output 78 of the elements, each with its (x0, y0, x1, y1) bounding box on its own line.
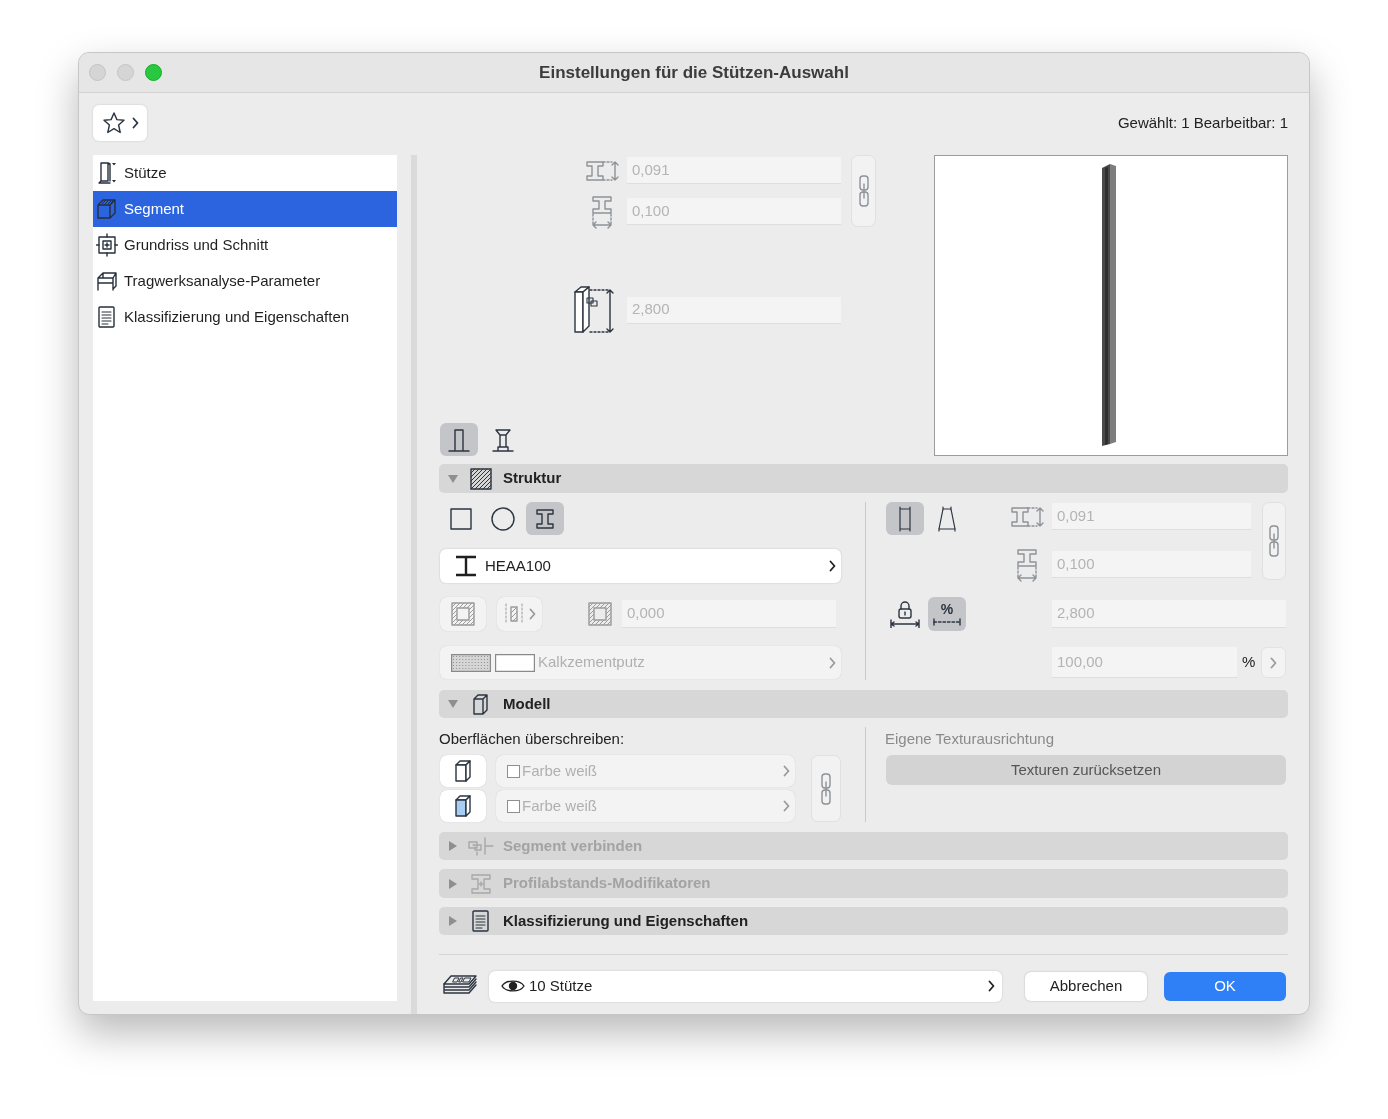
core-position-button[interactable] (497, 597, 542, 631)
lock-icon (889, 600, 921, 628)
floor-plan-icon (96, 233, 118, 257)
dashed-span-icon (933, 618, 961, 626)
slant-button[interactable] (886, 502, 924, 535)
link-button[interactable] (1262, 502, 1286, 580)
link-button[interactable] (811, 755, 841, 822)
i-beam-icon (454, 555, 478, 577)
section-header[interactable]: Modell (439, 690, 1288, 718)
texture-swatch-icon (451, 653, 491, 672)
depth-dimension-icon (590, 194, 614, 229)
section-title: Klassifizierung und Eigenschaften (503, 910, 749, 931)
sidebar-item[interactable]: Stütze (93, 155, 398, 191)
sidebar-item[interactable]: Klassifizierung und Eigenschaften (93, 299, 398, 335)
connection-icon (467, 835, 495, 857)
sidebar-item[interactable]: Tragwerksanalyse-Parameter (93, 263, 398, 299)
depth-dimension-icon (1015, 547, 1039, 582)
cube-icon (96, 197, 118, 221)
width-dimension-icon (584, 158, 620, 183)
column-type-button[interactable] (440, 423, 478, 456)
chevron-icon (829, 560, 836, 572)
chevron-icon (988, 980, 995, 992)
document-icon (470, 909, 492, 933)
star-icon (101, 111, 126, 135)
chain-icon (1269, 525, 1279, 557)
square-icon (450, 507, 472, 530)
link-button[interactable] (851, 155, 876, 227)
chevron-icon (783, 765, 790, 777)
reset-textures-button[interactable]: Texturen zurücksetzen (886, 755, 1286, 785)
swatch-icon (495, 653, 535, 672)
core-frame-button[interactable] (440, 597, 486, 631)
column-height-icon (572, 286, 616, 334)
shape-button[interactable] (526, 502, 564, 535)
section-header[interactable]: Klassifizierung und Eigenschaften (439, 907, 1288, 935)
eye-icon (501, 978, 525, 994)
texture-label: Eigene Texturausrichtung (885, 730, 1055, 748)
chevron-icon (1270, 656, 1277, 669)
chevron-icon (528, 608, 536, 620)
chevron-icon (829, 656, 836, 669)
width-dimension-icon (1009, 504, 1045, 529)
section-title: Modell (503, 693, 551, 714)
zoom-button[interactable] (145, 64, 162, 81)
favorites-button[interactable] (93, 105, 147, 141)
profile-dropdown[interactable]: HEAA100 (440, 549, 841, 583)
layer-dropdown[interactable]: 10 Stütze (489, 970, 1002, 1002)
hatched-strip-icon (503, 603, 524, 625)
hatched-frame-icon (588, 602, 612, 626)
hatched-frame-icon (451, 602, 475, 626)
sidebar-item[interactable]: Grundriss und Schnitt (93, 227, 398, 263)
document-icon (96, 305, 118, 329)
circle-icon (491, 506, 515, 531)
chevron-icon (131, 117, 139, 129)
cancel-button[interactable]: Abbrechen (1025, 971, 1147, 1001)
column-capital-icon (491, 426, 515, 453)
chevron-icon (783, 800, 790, 812)
unit-label: % (1242, 652, 1256, 673)
ok-button[interactable]: OK (1164, 971, 1286, 1001)
sidebar-item[interactable]: Segment (93, 191, 398, 227)
hatched-square-icon (470, 467, 492, 490)
i-beam-icon (534, 506, 556, 531)
profile-spacing-icon (470, 872, 492, 895)
section-header[interactable]: Struktur (439, 464, 1288, 493)
shaded-cube-icon (453, 793, 473, 819)
override-label: Oberflächen überschreiben: (439, 730, 626, 748)
cube-icon (471, 693, 491, 715)
selection-info: Gewählt: 1 Bearbeitbar: 1 (1117, 112, 1288, 133)
percent-length-button[interactable]: % (928, 597, 966, 631)
section-title: Struktur (503, 468, 562, 489)
window-title: Einstellungen für die Stützen-Auswahl (539, 61, 849, 84)
frame-icon (96, 269, 118, 293)
tapered-column-icon (936, 505, 958, 532)
cube-icon (453, 758, 473, 784)
chain-icon (858, 175, 869, 207)
column-icon (447, 426, 471, 453)
surface-button[interactable] (440, 755, 486, 787)
column-icon (96, 161, 118, 185)
chain-icon (821, 772, 831, 805)
surface-button[interactable] (440, 790, 486, 822)
